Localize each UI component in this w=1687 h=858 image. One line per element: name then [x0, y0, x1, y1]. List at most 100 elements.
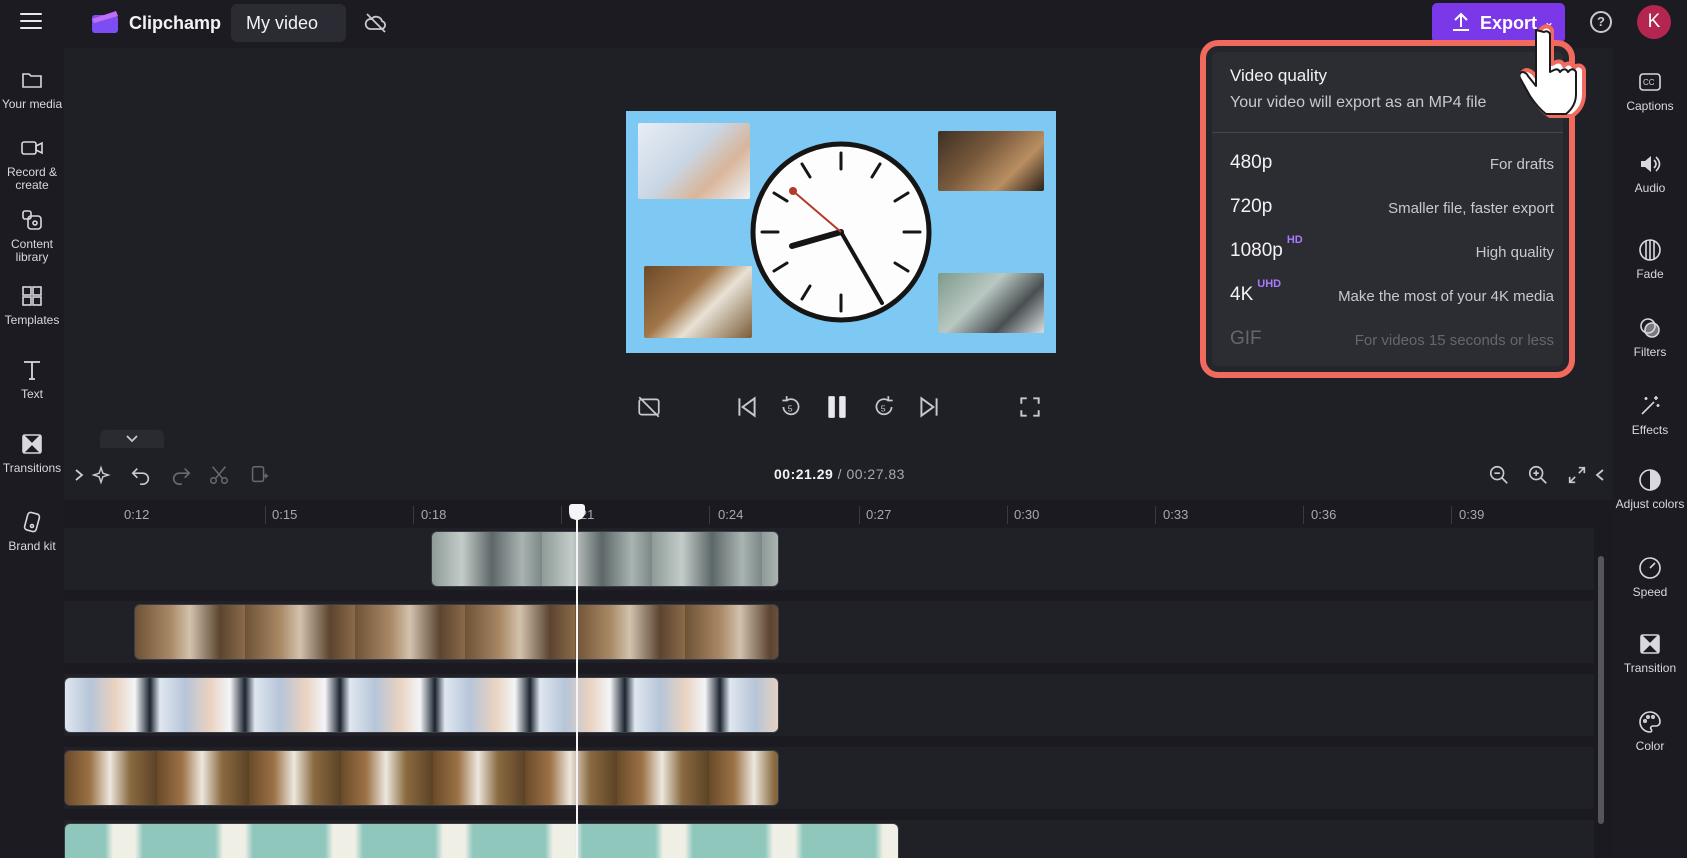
pause-icon[interactable]	[824, 394, 850, 420]
adjust-colors-icon	[1639, 469, 1661, 491]
video-clip-clock[interactable]	[64, 823, 899, 858]
timeline-ruler[interactable]: 0:12 0:15 0:18 0:21 0:24 0:27 0:30 0:33 …	[64, 500, 1613, 528]
quality-option-4k[interactable]: 4K UHD Make the most of your 4K media	[1230, 278, 1554, 324]
quality-option-gif: GIF For videos 15 seconds or less	[1230, 328, 1554, 368]
video-clip-desk-typing[interactable]	[134, 604, 779, 660]
video-clip-coffee-table[interactable]	[64, 750, 779, 806]
dropdown-title: Video quality	[1230, 66, 1328, 85]
zoom-in-icon[interactable]	[1527, 464, 1549, 486]
sidebar-item-transition[interactable]: Transition	[1613, 632, 1687, 675]
sidebar-item-templates[interactable]: Templates	[0, 284, 64, 327]
quality-option-1080p[interactable]: 1080p HD High quality	[1230, 234, 1554, 280]
ruler-tick	[709, 506, 710, 524]
sidebar-item-text[interactable]: Text	[0, 358, 64, 401]
chevron-left-icon[interactable]	[1594, 464, 1606, 486]
scissors-icon[interactable]	[208, 464, 230, 486]
sidebar-item-content-library[interactable]: Content library	[0, 208, 64, 264]
upload-icon	[1453, 12, 1469, 31]
transitions-icon	[22, 434, 42, 454]
skip-forward-icon[interactable]	[916, 394, 942, 420]
sidebar-item-audio[interactable]: Audio	[1613, 152, 1687, 195]
timeline-scrollbar[interactable]	[1598, 556, 1604, 824]
timeline-track	[64, 528, 1594, 590]
left-sidebar: Your media Record & create Content libra…	[0, 48, 64, 858]
chevron-down-icon	[126, 435, 138, 443]
duplicate-icon[interactable]	[248, 464, 270, 486]
forward-5-icon[interactable]: 5	[871, 394, 897, 420]
sidebar-item-label: Effects	[1631, 423, 1669, 437]
sidebar-item-record-create[interactable]: Record & create	[0, 136, 64, 192]
rewind-5-icon[interactable]: 5	[778, 394, 804, 420]
hd-badge: HD	[1286, 234, 1303, 246]
preview-photo-laptop-window	[938, 273, 1044, 333]
quality-option-720p[interactable]: 720p Smaller file, faster export	[1230, 196, 1554, 236]
magic-sparkle-icon[interactable]	[90, 464, 112, 486]
ruler-tick	[413, 506, 414, 524]
quality-option-description: For videos 15 seconds or less	[1354, 332, 1554, 349]
templates-icon	[22, 286, 42, 306]
video-preview-canvas[interactable]	[626, 111, 1056, 353]
sidebar-item-color[interactable]: Color	[1613, 710, 1687, 753]
sidebar-item-brand-kit[interactable]: Brand kit	[0, 510, 64, 553]
quality-option-resolution: 4K	[1230, 284, 1254, 305]
sidebar-item-label: Filters	[1633, 345, 1667, 359]
skip-back-icon[interactable]	[734, 394, 760, 420]
sidebar-item-label: Transition	[1623, 661, 1677, 675]
sidebar-item-filters[interactable]: Filters	[1613, 316, 1687, 359]
sidebar-item-label: Audio	[1634, 181, 1666, 195]
ruler-label: 0:30	[1014, 507, 1040, 522]
clipchamp-logo-icon	[92, 11, 118, 33]
collapse-timeline-button[interactable]	[100, 430, 164, 448]
sidebar-item-label: Templates	[4, 313, 60, 327]
sidebar-item-captions[interactable]: CC Captions	[1613, 70, 1687, 113]
fullscreen-icon[interactable]	[1017, 394, 1043, 420]
sidebar-item-label: Text	[20, 387, 43, 401]
timeline-track	[64, 820, 1594, 858]
sidebar-item-adjust-colors[interactable]: Adjust colors	[1613, 468, 1687, 511]
playhead[interactable]	[576, 504, 578, 858]
ruler-tick	[561, 506, 562, 524]
uhd-badge: UHD	[1257, 278, 1282, 290]
sidebar-item-effects[interactable]: Effects	[1613, 394, 1687, 437]
sidebar-item-fade[interactable]: Fade	[1613, 238, 1687, 281]
speedometer-icon	[1639, 557, 1661, 579]
transition-icon	[1640, 634, 1660, 654]
current-time: 00:21.29	[774, 466, 834, 482]
ruler-tick	[1007, 506, 1008, 524]
hamburger-menu-icon[interactable]	[20, 13, 42, 31]
sidebar-item-transitions[interactable]: Transitions	[0, 432, 64, 475]
chevron-right-icon[interactable]	[74, 464, 86, 486]
video-title-field[interactable]: My video	[231, 4, 346, 42]
cloud-off-icon[interactable]	[364, 11, 388, 35]
sidebar-item-your-media[interactable]: Your media	[0, 68, 64, 111]
sidebar-item-label: Adjust colors	[1615, 497, 1685, 511]
avatar[interactable]: K	[1637, 5, 1671, 39]
zoom-out-icon[interactable]	[1488, 464, 1510, 486]
total-time: 00:27.83	[846, 466, 905, 482]
export-quality-panel: Video quality Your video will export as …	[1212, 52, 1563, 366]
quality-option-description: High quality	[1475, 244, 1554, 261]
playhead-handle[interactable]	[569, 504, 585, 520]
sidebar-item-label: Your media	[1, 97, 63, 111]
app-name: Clipchamp	[129, 13, 222, 33]
video-clip-laptop-chart[interactable]	[64, 677, 779, 733]
quality-option-resolution: GIF	[1230, 328, 1262, 349]
preview-photo-laptop-chart	[638, 123, 750, 199]
quality-option-480p[interactable]: 480p For drafts	[1230, 152, 1554, 192]
sidebar-item-label: Transitions	[2, 461, 62, 475]
ruler-tick	[1303, 506, 1304, 524]
caption-off-icon[interactable]	[636, 394, 662, 420]
ruler-tick	[1451, 506, 1452, 524]
video-clip-laptop-window[interactable]	[431, 531, 779, 587]
sidebar-item-speed[interactable]: Speed	[1613, 556, 1687, 599]
undo-icon[interactable]	[130, 464, 152, 486]
dropdown-subtitle: Your video will export as an MP4 file	[1230, 94, 1487, 111]
sidebar-item-label: Captions	[1626, 99, 1674, 113]
time-separator: /	[833, 466, 847, 482]
timeline-track	[64, 601, 1594, 663]
library-icon	[22, 210, 42, 230]
redo-icon[interactable]	[170, 464, 192, 486]
fit-timeline-icon[interactable]	[1566, 464, 1588, 486]
timeline-track	[64, 674, 1594, 736]
quality-option-resolution: 480p	[1230, 152, 1273, 173]
